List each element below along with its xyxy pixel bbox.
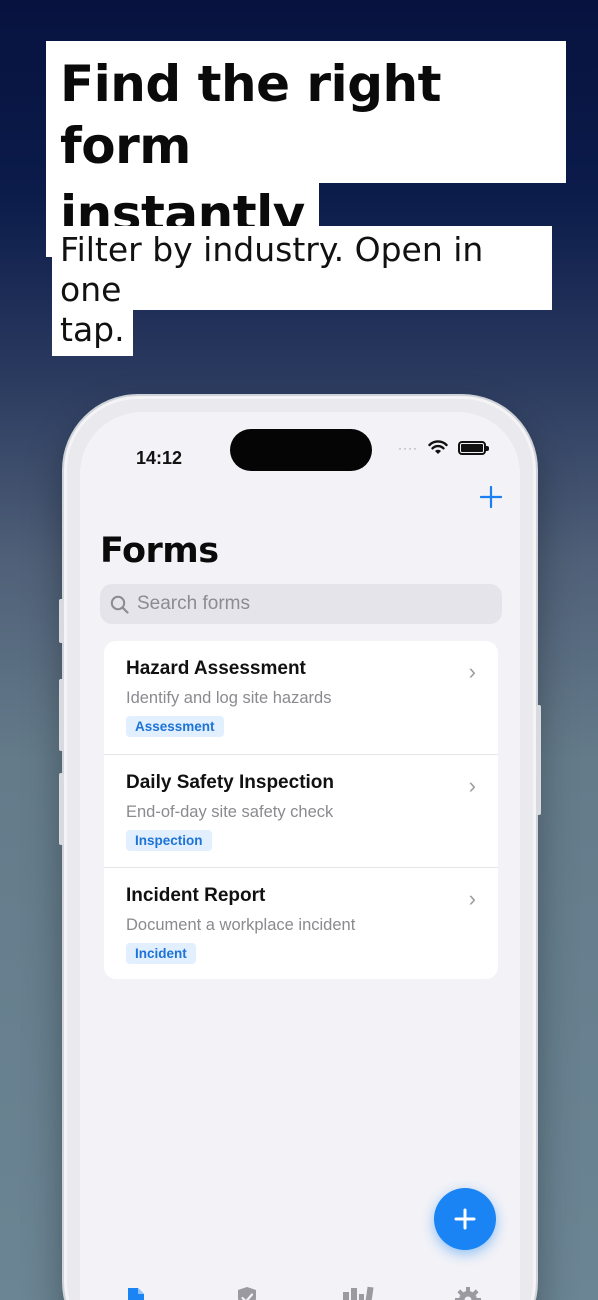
list-item[interactable]: Daily Safety Inspection End-of-day site …	[104, 754, 498, 867]
tab-safety[interactable]	[235, 1286, 259, 1300]
form-subtitle: Document a workplace incident	[126, 916, 356, 934]
chevron-right-icon: ›	[468, 886, 476, 911]
plus-icon	[479, 485, 503, 509]
form-title: Hazard Assessment	[126, 658, 306, 679]
phone-mute-switch	[59, 599, 64, 643]
page-title: Forms	[100, 531, 219, 571]
document-icon	[128, 1288, 144, 1300]
shield-check-icon	[238, 1287, 256, 1300]
form-title: Incident Report	[126, 885, 266, 906]
tab-bar	[80, 1282, 520, 1300]
form-subtitle: Identify and log site hazards	[126, 689, 332, 707]
chevron-right-icon: ›	[468, 773, 476, 798]
status-time: 14:12	[136, 448, 183, 468]
search-icon	[110, 595, 129, 614]
add-form-button[interactable]	[479, 484, 503, 514]
floating-add-button[interactable]	[434, 1188, 496, 1250]
list-item[interactable]: Incident Report Document a workplace inc…	[104, 867, 498, 980]
phone-power-button	[536, 705, 541, 815]
phone-frame: 14:12 ···· Forms Search forms Hazard Ass…	[59, 396, 541, 1300]
gear-icon	[455, 1287, 481, 1300]
battery-icon	[458, 440, 489, 455]
forms-list: Hazard Assessment Identify and log site …	[104, 641, 498, 979]
dynamic-island	[230, 429, 372, 471]
headline-line-1: Find the right form	[46, 41, 566, 183]
category-badge: Assessment	[126, 716, 224, 737]
signal-dots: ····	[398, 440, 418, 455]
list-item[interactable]: Hazard Assessment Identify and log site …	[104, 641, 498, 754]
subheadline-line-1: Filter by industry. Open in one	[52, 226, 552, 310]
search-input[interactable]: Search forms	[100, 584, 502, 624]
subheadline-line-2: tap.	[52, 310, 133, 356]
library-icon	[343, 1286, 374, 1300]
tab-settings[interactable]	[454, 1286, 481, 1300]
search-placeholder: Search forms	[137, 593, 250, 614]
status-indicators: ····	[398, 440, 489, 455]
chevron-right-icon: ›	[468, 659, 476, 684]
form-subtitle: End-of-day site safety check	[126, 803, 334, 821]
plus-icon	[454, 1208, 476, 1230]
phone-volume-up	[59, 679, 64, 751]
tab-library[interactable]	[342, 1286, 374, 1300]
category-badge: Inspection	[126, 830, 212, 851]
category-badge: Incident	[126, 943, 196, 964]
phone-volume-down	[59, 773, 64, 845]
form-title: Daily Safety Inspection	[126, 772, 335, 793]
headline: Find the right form instantly	[46, 41, 566, 257]
subheadline: Filter by industry. Open in one tap.	[52, 226, 552, 356]
app-screen: 14:12 ···· Forms Search forms Hazard Ass…	[80, 412, 520, 1300]
tab-forms[interactable]	[124, 1286, 148, 1300]
wifi-icon	[428, 440, 448, 454]
